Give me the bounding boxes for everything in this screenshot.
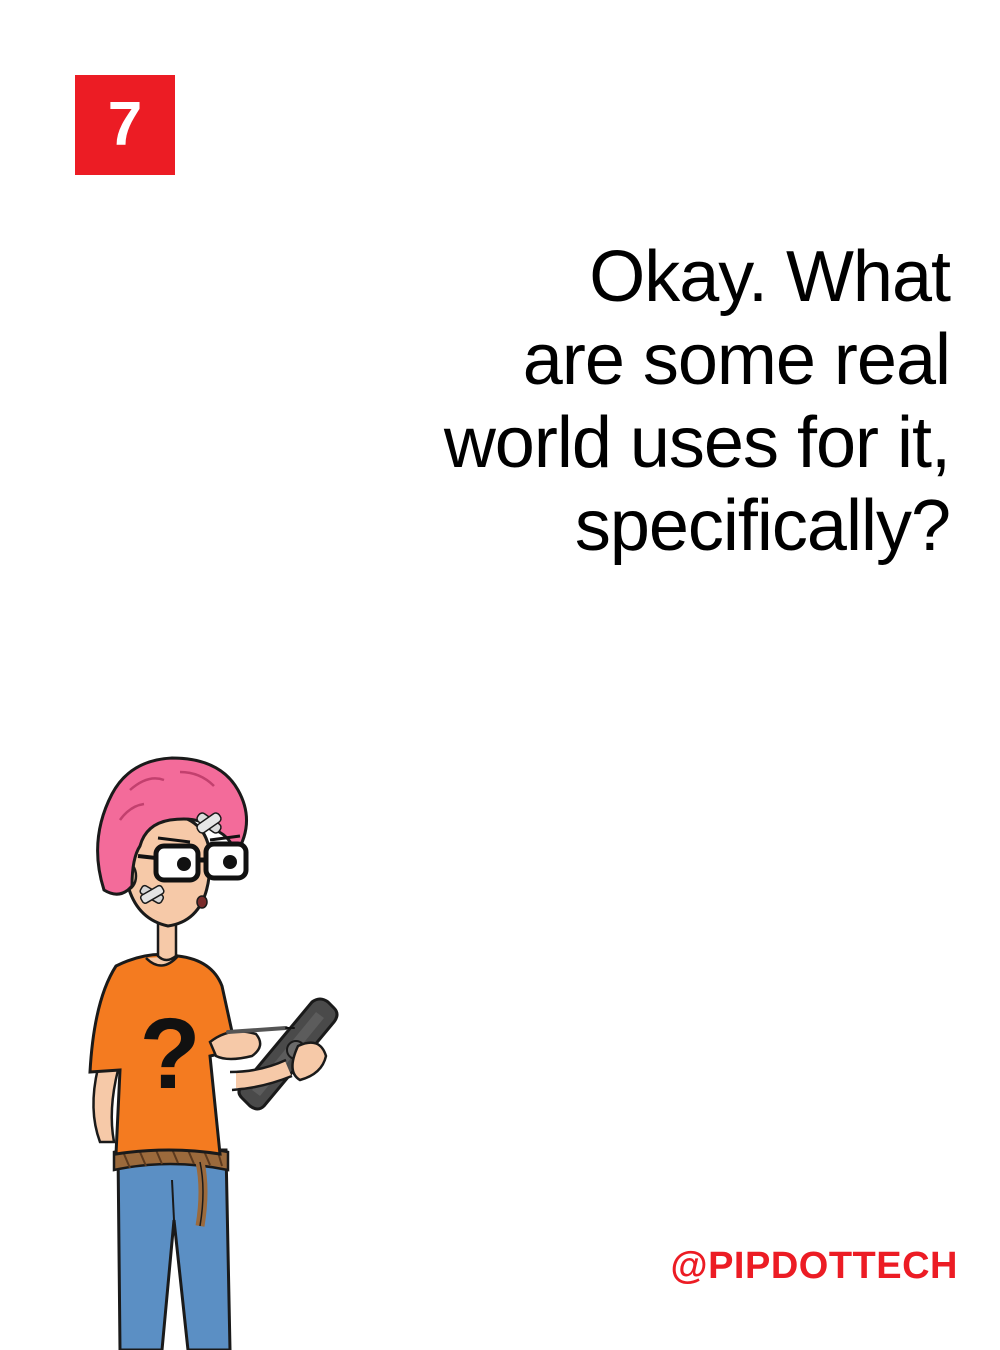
question-line: are some real bbox=[522, 320, 951, 400]
social-handle: @PIPDOTTECH bbox=[670, 1245, 958, 1287]
jeans bbox=[116, 1148, 232, 1350]
character-illustration: ? bbox=[88, 756, 339, 1350]
slide-number-badge: 7 bbox=[75, 75, 175, 175]
left-arm bbox=[92, 1066, 120, 1144]
question-line: specifically? bbox=[574, 486, 951, 566]
slide-number: 7 bbox=[107, 90, 143, 159]
question-line: world uses for it, bbox=[443, 403, 951, 483]
mouth bbox=[196, 895, 208, 909]
question-line: Okay. What bbox=[589, 237, 951, 317]
shirt-question-mark: ? bbox=[139, 998, 200, 1110]
question-text: Okay. What are some real world uses for … bbox=[310, 236, 951, 568]
